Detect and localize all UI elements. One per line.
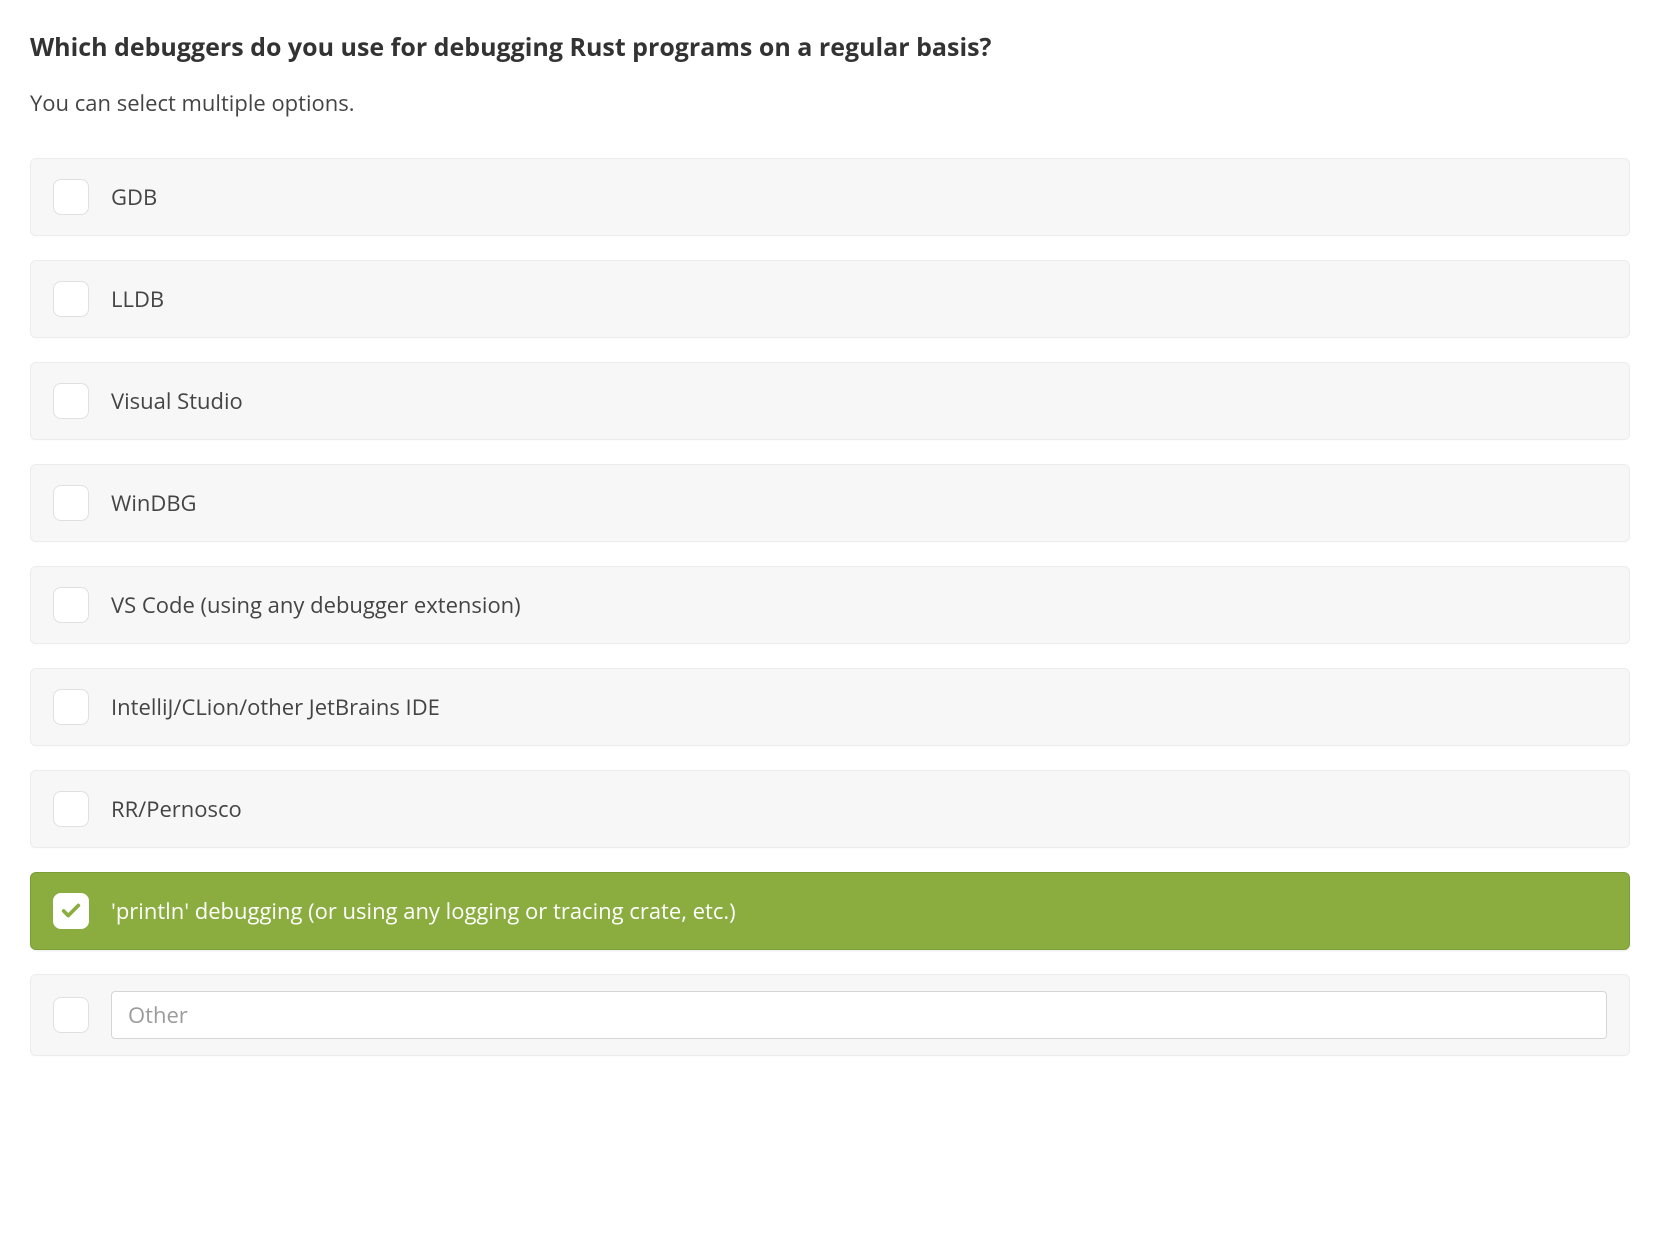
option-gdb[interactable]: GDB	[30, 158, 1630, 236]
other-input[interactable]	[111, 991, 1607, 1039]
option-windbg[interactable]: WinDBG	[30, 464, 1630, 542]
option-label: WinDBG	[111, 488, 1607, 518]
checkbox[interactable]	[53, 997, 89, 1033]
checkbox[interactable]	[53, 383, 89, 419]
option-vscode[interactable]: VS Code (using any debugger extension)	[30, 566, 1630, 644]
question-subtitle: You can select multiple options.	[30, 88, 1630, 118]
option-visual-studio[interactable]: Visual Studio	[30, 362, 1630, 440]
checkbox[interactable]	[53, 893, 89, 929]
checkbox[interactable]	[53, 179, 89, 215]
option-label: RR/Pernosco	[111, 794, 1607, 824]
option-jetbrains[interactable]: IntelliJ/CLion/other JetBrains IDE	[30, 668, 1630, 746]
option-label: VS Code (using any debugger extension)	[111, 590, 1607, 620]
option-label: LLDB	[111, 284, 1607, 314]
option-other[interactable]	[30, 974, 1630, 1056]
option-println[interactable]: 'println' debugging (or using any loggin…	[30, 872, 1630, 950]
checkbox[interactable]	[53, 689, 89, 725]
checkbox[interactable]	[53, 791, 89, 827]
option-lldb[interactable]: LLDB	[30, 260, 1630, 338]
checkbox[interactable]	[53, 485, 89, 521]
option-label: 'println' debugging (or using any loggin…	[111, 896, 1607, 926]
question-title: Which debuggers do you use for debugging…	[30, 30, 1630, 64]
checkbox[interactable]	[53, 281, 89, 317]
option-label: Visual Studio	[111, 386, 1607, 416]
checkbox[interactable]	[53, 587, 89, 623]
checkmark-icon	[60, 900, 82, 922]
option-label: GDB	[111, 182, 1607, 212]
option-rr-pernosco[interactable]: RR/Pernosco	[30, 770, 1630, 848]
option-label: IntelliJ/CLion/other JetBrains IDE	[111, 692, 1607, 722]
